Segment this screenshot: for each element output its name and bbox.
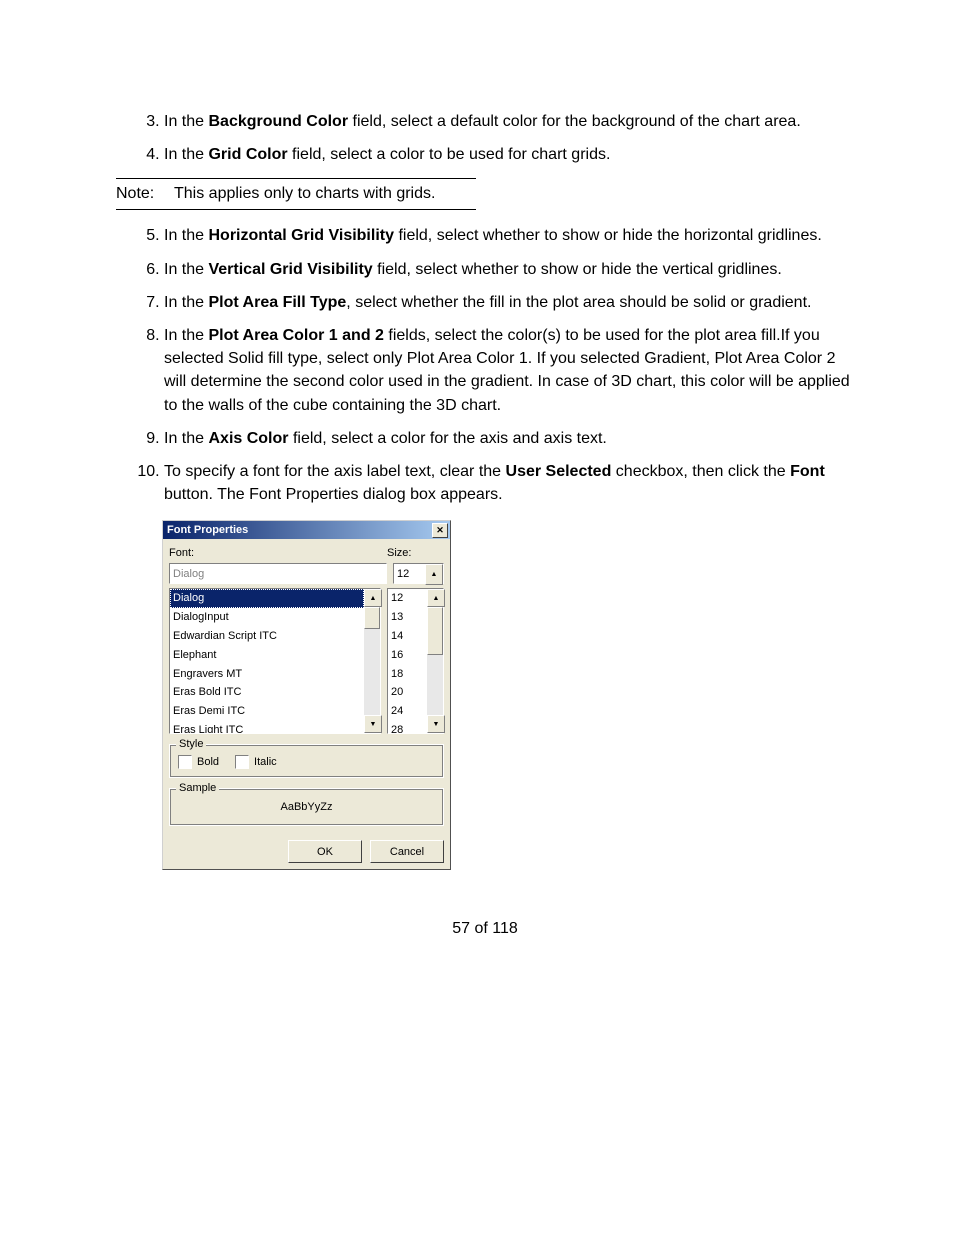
font-properties-dialog: Font Properties ✕ Font: Size: Dialog 12 … [162, 520, 451, 870]
step-6: In the Vertical Grid Visibility field, s… [164, 258, 854, 281]
bold-checkbox[interactable]: Bold [178, 755, 219, 769]
size-list-item[interactable]: 24 [388, 703, 427, 722]
scroll-down-icon[interactable]: ▼ [364, 715, 382, 733]
style-group: Style Bold Italic [169, 744, 444, 778]
style-legend: Style [176, 738, 206, 750]
steps-list-a: In the Background Color field, select a … [116, 110, 854, 166]
font-list-item[interactable]: Eras Light ITC [170, 722, 364, 733]
font-list-item[interactable]: Eras Bold ITC [170, 684, 364, 703]
sample-legend: Sample [176, 782, 219, 794]
note-box: Note: This applies only to charts with g… [116, 178, 476, 210]
size-list-item[interactable]: 16 [388, 646, 427, 665]
size-scrollbar[interactable]: ▲ ▼ [427, 589, 443, 733]
size-list-item[interactable]: 18 [388, 665, 427, 684]
steps-list-b: In the Horizontal Grid Visibility field,… [116, 224, 854, 506]
close-button[interactable]: ✕ [432, 523, 448, 538]
scroll-up-icon[interactable]: ▲ [364, 589, 382, 607]
size-list-item[interactable]: 28 [388, 722, 427, 733]
step-9: In the Axis Color field, select a color … [164, 427, 854, 450]
size-label: Size: [387, 547, 444, 559]
font-list-item[interactable]: Dialog [170, 589, 364, 608]
cancel-button[interactable]: Cancel [370, 840, 444, 863]
step-5: In the Horizontal Grid Visibility field,… [164, 224, 854, 247]
step-8: In the Plot Area Color 1 and 2 fields, s… [164, 324, 854, 417]
scroll-down-icon[interactable]: ▼ [427, 715, 445, 733]
ok-button[interactable]: OK [288, 840, 362, 863]
scroll-thumb[interactable] [364, 607, 380, 629]
scroll-up-icon[interactable]: ▲ [425, 564, 443, 585]
size-list-item[interactable]: 14 [388, 627, 427, 646]
font-list-item[interactable]: Elephant [170, 646, 364, 665]
font-list-item[interactable]: Edwardian Script ITC [170, 627, 364, 646]
font-input[interactable]: Dialog [169, 563, 387, 584]
sample-group: Sample AaBbYyZz [169, 788, 444, 826]
size-list-item[interactable]: 13 [388, 608, 427, 627]
page-number: 57 of 118 [116, 920, 854, 938]
note-label: Note: [116, 185, 162, 203]
size-list-item[interactable]: 12 [388, 589, 427, 608]
close-icon: ✕ [436, 525, 444, 536]
font-list-item[interactable]: Eras Demi ITC [170, 703, 364, 722]
italic-checkbox[interactable]: Italic [235, 755, 277, 769]
step-10: To specify a font for the axis label tex… [164, 460, 854, 506]
sample-text: AaBbYyZz [178, 799, 435, 817]
size-listbox[interactable]: 1213141618202428 ▲ ▼ [387, 588, 444, 734]
font-scrollbar[interactable]: ▲ ▼ [364, 589, 380, 733]
size-input[interactable]: 12 ▲ [393, 563, 444, 584]
font-list-item[interactable]: Engravers MT [170, 665, 364, 684]
font-list-item[interactable]: DialogInput [170, 608, 364, 627]
font-label: Font: [169, 547, 387, 559]
dialog-title: Font Properties [167, 524, 248, 536]
titlebar: Font Properties ✕ [163, 521, 450, 539]
size-list-item[interactable]: 20 [388, 684, 427, 703]
step-3: In the Background Color field, select a … [164, 110, 854, 133]
note-text: This applies only to charts with grids. [174, 185, 435, 203]
scroll-up-icon[interactable]: ▲ [427, 589, 445, 607]
step-4: In the Grid Color field, select a color … [164, 143, 854, 166]
scroll-thumb[interactable] [427, 607, 443, 655]
step-7: In the Plot Area Fill Type, select wheth… [164, 291, 854, 314]
font-listbox[interactable]: DialogDialogInputEdwardian Script ITCEle… [169, 588, 381, 734]
